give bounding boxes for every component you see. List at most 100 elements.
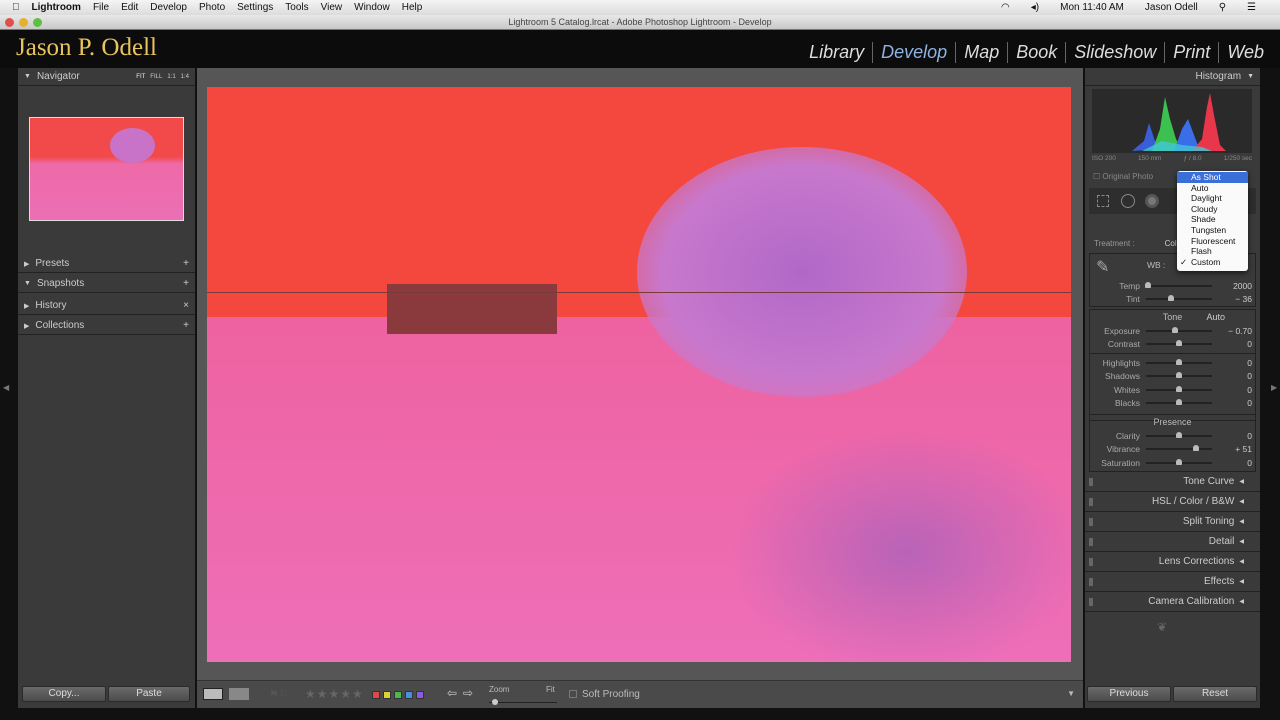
wb-option-custom[interactable]: Custom <box>1177 257 1248 268</box>
original-photo-toggle[interactable]: ☐ Original Photo <box>1093 172 1153 181</box>
add-snapshot-icon[interactable]: + <box>183 278 189 289</box>
navigator-header[interactable]: ▼ Navigator FIT FILL 1:1 1:4 <box>18 68 195 86</box>
slider-value[interactable]: 0 <box>1212 371 1252 381</box>
slider-value[interactable]: − 0.70 <box>1212 326 1252 336</box>
wb-option-cloudy[interactable]: Cloudy <box>1177 204 1248 215</box>
slider-contrast[interactable]: Contrast 0 <box>1090 338 1255 352</box>
slider-shadows[interactable]: Shadows 0 <box>1090 370 1255 384</box>
slider-vibrance[interactable]: Vibrance + 51 <box>1090 443 1255 457</box>
menu-develop[interactable]: Develop <box>150 2 187 13</box>
panel-camera-calibration[interactable]: Camera Calibration ◀ <box>1085 592 1260 612</box>
zoom-1-4[interactable]: 1:4 <box>181 74 189 80</box>
histogram-header[interactable]: Histogram ▼ <box>1085 68 1260 86</box>
compare-view-button[interactable] <box>229 688 249 700</box>
menu-view[interactable]: View <box>321 2 343 13</box>
zoom-1-1[interactable]: 1:1 <box>167 74 175 80</box>
slider-temp[interactable]: Temp 2000 <box>1090 279 1252 293</box>
left-panel-toggle-icon[interactable]: ◀ <box>3 383 9 392</box>
next-arrow-icon[interactable]: ⇨ <box>463 686 473 700</box>
add-preset-icon[interactable]: + <box>183 258 189 269</box>
slider-thumb[interactable] <box>1176 385 1182 392</box>
menu-tools[interactable]: Tools <box>285 2 308 13</box>
zoom-slider[interactable] <box>489 699 557 705</box>
panel-history[interactable]: ▶ History × <box>18 297 195 315</box>
slider-thumb[interactable] <box>1144 281 1151 288</box>
wb-option-fluorescent[interactable]: Fluorescent <box>1177 236 1248 247</box>
red-eye-icon[interactable] <box>1145 194 1159 208</box>
color-label-2[interactable] <box>394 691 402 699</box>
close-button[interactable] <box>5 18 14 27</box>
slider-track[interactable] <box>1144 281 1212 288</box>
slider-value[interactable]: 2000 <box>1212 281 1252 291</box>
eyedropper-icon[interactable]: ✎ <box>1096 257 1109 277</box>
user-name[interactable]: Jason Odell <box>1145 2 1198 13</box>
zoom-button[interactable] <box>33 18 42 27</box>
slider-blacks[interactable]: Blacks 0 <box>1090 397 1255 411</box>
previous-button[interactable]: Previous <box>1087 686 1171 702</box>
module-library[interactable]: Library <box>801 42 872 63</box>
panel-effects[interactable]: Effects ◀ <box>1085 572 1260 592</box>
slider-thumb[interactable] <box>1176 458 1182 465</box>
color-label-0[interactable] <box>372 691 380 699</box>
slider-tint[interactable]: Tint − 36 <box>1090 293 1252 307</box>
slider-value[interactable]: 0 <box>1212 398 1252 408</box>
wb-dropdown-menu[interactable]: As Shot Auto Daylight Cloudy Shade Tungsten Fl… <box>1177 171 1248 271</box>
wb-option-shade[interactable]: Shade <box>1177 214 1248 225</box>
auto-tone-button[interactable]: Auto <box>1206 310 1225 324</box>
navigator-preview[interactable] <box>29 117 184 221</box>
slider-thumb[interactable] <box>1176 340 1182 347</box>
slider-value[interactable]: 0 <box>1212 385 1252 395</box>
menu-edit[interactable]: Edit <box>121 2 138 13</box>
spot-removal-icon[interactable] <box>1121 194 1135 208</box>
slider-whites[interactable]: Whites 0 <box>1090 383 1255 397</box>
slider-thumb[interactable] <box>1176 431 1182 438</box>
menu-window[interactable]: Window <box>354 2 390 13</box>
slider-track[interactable] <box>1146 431 1212 438</box>
paste-button[interactable]: Paste <box>108 686 190 702</box>
slider-thumb[interactable] <box>1176 399 1182 406</box>
add-collection-icon[interactable]: + <box>183 320 189 331</box>
slider-track[interactable] <box>1146 340 1212 347</box>
clock[interactable]: Mon 11:40 AM <box>1060 2 1124 13</box>
copy-button[interactable]: Copy... <box>22 686 106 702</box>
panel-tone-curve[interactable]: Tone Curve ◀ <box>1085 472 1260 492</box>
color-label-3[interactable] <box>405 691 413 699</box>
toolbar-menu-icon[interactable]: ▼ <box>1067 689 1075 698</box>
wb-option-as-shot[interactable]: As Shot <box>1177 172 1248 183</box>
color-label-4[interactable] <box>416 691 424 699</box>
slider-track[interactable] <box>1146 295 1212 302</box>
panel-lens-corrections[interactable]: Lens Corrections ◀ <box>1085 552 1260 572</box>
wifi-icon[interactable]: ◠ <box>1001 2 1010 13</box>
module-print[interactable]: Print <box>1164 42 1218 63</box>
slider-track[interactable] <box>1146 358 1212 365</box>
wb-option-auto[interactable]: Auto <box>1177 183 1248 194</box>
panel-snapshots[interactable]: ▼ Snapshots + <box>18 275 195 293</box>
menu-help[interactable]: Help <box>402 2 423 13</box>
module-map[interactable]: Map <box>955 42 1007 63</box>
slider-thumb[interactable] <box>1168 295 1175 302</box>
crop-tool-icon[interactable] <box>1097 195 1109 207</box>
zoom-fit[interactable]: FIT <box>136 74 145 80</box>
slider-value[interactable]: 0 <box>1212 431 1252 441</box>
slider-thumb[interactable] <box>1192 445 1199 452</box>
panel-collections[interactable]: ▶ Collections + <box>18 317 195 335</box>
slider-track[interactable] <box>1146 372 1212 379</box>
slider-thumb[interactable] <box>1172 326 1179 333</box>
slider-value[interactable]: 0 <box>1212 458 1252 468</box>
module-develop[interactable]: Develop <box>872 42 955 63</box>
slider-exposure[interactable]: Exposure − 0.70 <box>1090 324 1255 338</box>
color-label-1[interactable] <box>383 691 391 699</box>
histogram[interactable] <box>1092 89 1252 153</box>
panel-split-toning[interactable]: Split Toning ◀ <box>1085 512 1260 532</box>
slider-value[interactable]: − 36 <box>1212 294 1252 304</box>
panel-hsl-color-b-w[interactable]: HSL / Color / B&W ◀ <box>1085 492 1260 512</box>
apple-icon[interactable]:  <box>12 2 20 13</box>
wb-option-daylight[interactable]: Daylight <box>1177 193 1248 204</box>
menu-file[interactable]: File <box>93 2 109 13</box>
slider-track[interactable] <box>1146 445 1212 452</box>
module-slideshow[interactable]: Slideshow <box>1065 42 1164 63</box>
right-panel-toggle-icon[interactable]: ▶ <box>1271 383 1277 392</box>
slider-value[interactable]: + 51 <box>1212 444 1252 454</box>
slider-thumb[interactable] <box>1176 372 1182 379</box>
slider-clarity[interactable]: Clarity 0 <box>1090 429 1255 443</box>
